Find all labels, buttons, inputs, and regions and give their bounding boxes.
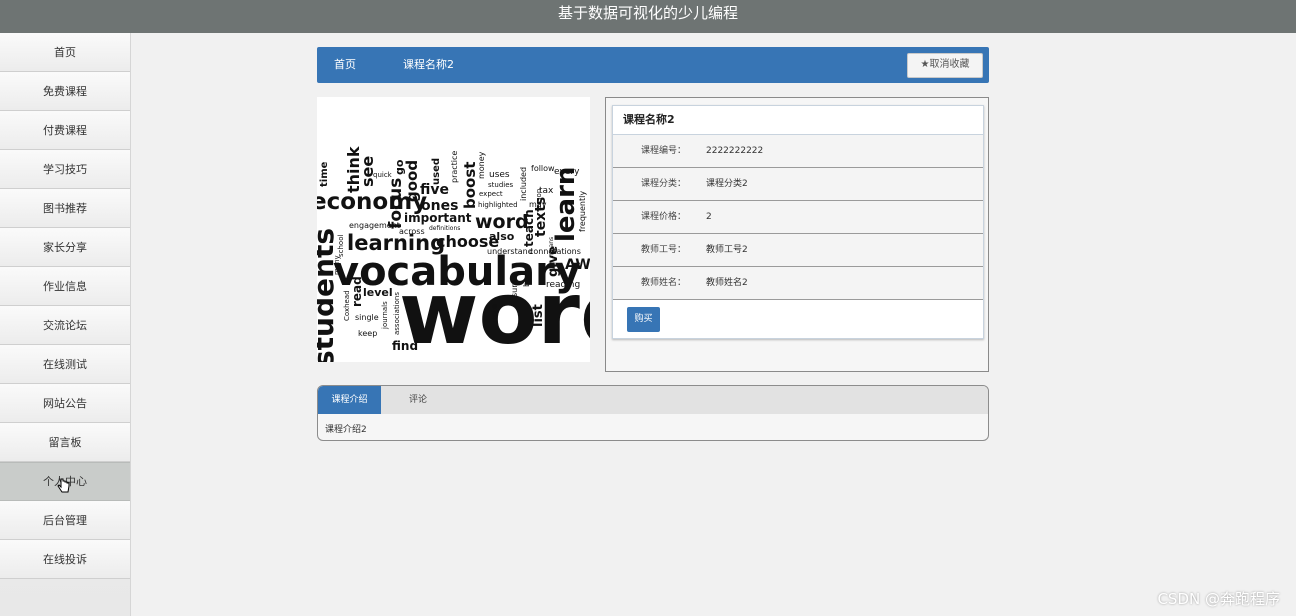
word-cloud-word: money — [477, 151, 486, 179]
word-cloud-word: every — [554, 167, 580, 177]
word-cloud-word: read — [350, 276, 364, 307]
word-cloud-word: also — [489, 230, 515, 243]
teacher-id-row: 教师工号： 教师工号2 — [613, 234, 983, 267]
tab-course-intro[interactable]: 课程介绍 — [318, 386, 381, 414]
cancel-favorite-button[interactable]: ★取消收藏 — [907, 53, 983, 78]
word-cloud-word: go — [393, 159, 406, 175]
word-cloud-word: important — [404, 211, 472, 225]
word-cloud-word: uses — [489, 170, 510, 180]
course-tabs: 课程介绍 评论 课程介绍2 — [317, 385, 989, 441]
word-cloud-word: associations — [393, 292, 401, 335]
word-cloud-word: time — [319, 161, 330, 187]
teacher-id-label: 教师工号： — [641, 245, 687, 255]
teacher-id-value: 教师工号2 — [706, 245, 748, 255]
sidebar-item-homework[interactable]: 作业信息 — [0, 267, 130, 306]
sidebar-item-free-courses[interactable]: 免费课程 — [0, 72, 130, 111]
word-cloud-word: means — [548, 237, 555, 257]
word-cloud-word: frequently — [578, 191, 587, 232]
teacher-name-value: 教师姓名2 — [706, 278, 748, 288]
word-cloud-word: reading — [546, 280, 580, 290]
word-cloud-word: sum — [510, 280, 519, 297]
word-cloud-word: note — [490, 304, 499, 322]
word-cloud-word: lesson — [535, 189, 543, 211]
word-cloud-word: highlighted — [478, 201, 518, 209]
tabs-header: 课程介绍 评论 — [318, 386, 988, 414]
word-cloud-word: teach — [522, 209, 536, 247]
word-cloud-word: follow — [531, 164, 555, 173]
course-price-row: 课程价格： 2 — [613, 201, 983, 234]
course-number-row: 课程编号： 2222222222 — [613, 135, 983, 168]
sidebar-item-admin[interactable]: 后台管理 — [0, 501, 130, 540]
app-title: 基于数据可视化的少儿编程 — [557, 4, 738, 22]
course-category-value: 课程分类2 — [706, 179, 748, 189]
breadcrumb-home[interactable]: 首页 — [334, 47, 356, 83]
sidebar-item-home[interactable]: 首页 — [0, 33, 130, 72]
teacher-name-row: 教师姓名： 教师姓名2 — [613, 267, 983, 300]
breadcrumb: 首页 课程名称2 ★取消收藏 — [317, 47, 989, 83]
word-cloud-word: used — [431, 158, 442, 185]
course-price-label: 课程价格： — [641, 212, 687, 222]
word-cloud-word: practice — [450, 151, 459, 183]
word-cloud-word: level — [363, 286, 393, 299]
sidebar: 首页 免费课程 付费课程 学习技巧 图书推荐 家长分享 作业信息 交流论坛 在线… — [0, 33, 131, 616]
hand-cursor-icon — [57, 478, 70, 493]
sidebar-item-online-test[interactable]: 在线测试 — [0, 345, 130, 384]
sidebar-item-announcements[interactable]: 网站公告 — [0, 384, 130, 423]
course-info-panel: 课程名称2 课程编号： 2222222222 课程分类： 课程分类2 课程价格：… — [605, 97, 989, 372]
word-cloud-word: back — [522, 268, 531, 287]
word-cloud-word: journals — [381, 301, 389, 330]
word-cloud-word: included — [519, 167, 528, 201]
tab-comments[interactable]: 评论 — [393, 386, 443, 414]
sidebar-item-message-board[interactable]: 留言板 — [0, 423, 130, 462]
word-cloud-word: AWL — [565, 257, 590, 273]
word-cloud-word: many — [333, 255, 341, 275]
cancel-favorite-label: 取消收藏 — [929, 59, 970, 70]
course-price-value: 2 — [706, 212, 712, 222]
buy-button[interactable]: 购买 — [627, 307, 660, 332]
tab-content: 课程介绍2 — [325, 425, 367, 435]
course-number-label: 课程编号： — [641, 146, 687, 156]
course-category-row: 课程分类： 课程分类2 — [613, 168, 983, 201]
course-cover-image: word vocabulary learning students econom… — [317, 97, 590, 362]
course-title: 课程名称2 — [613, 106, 983, 135]
word-cloud-word: single — [355, 313, 379, 322]
watermark: CSDN @奔跑程序 — [1157, 590, 1280, 608]
sidebar-item-forum[interactable]: 交流论坛 — [0, 306, 130, 345]
word-cloud-word: understand — [487, 247, 533, 256]
word-cloud-word: engagement — [349, 221, 400, 230]
word-cloud-word: quick — [373, 171, 393, 179]
word-cloud-word: learn — [551, 167, 581, 242]
app-title-bar: 基于数据可视化的少儿编程 — [0, 0, 1296, 33]
word-cloud-word: studies — [488, 181, 514, 189]
word-cloud-word: Coxhead — [343, 290, 351, 321]
word-cloud-word: list — [531, 304, 546, 327]
sidebar-item-complaints[interactable]: 在线投诉 — [0, 540, 130, 579]
course-info-card: 课程名称2 课程编号： 2222222222 课程分类： 课程分类2 课程价格：… — [612, 105, 984, 339]
word-cloud-image: word vocabulary learning students econom… — [317, 146, 590, 362]
word-cloud-word: expect — [479, 190, 503, 198]
sidebar-item-study-tips[interactable]: 学习技巧 — [0, 150, 130, 189]
word-cloud-word: school — [337, 235, 345, 257]
word-cloud-word: keep — [358, 329, 377, 338]
word-cloud-word: find — [392, 339, 418, 353]
breadcrumb-current: 课程名称2 — [403, 58, 454, 71]
sidebar-item-book-recommendations[interactable]: 图书推荐 — [0, 189, 130, 228]
course-category-label: 课程分类： — [641, 179, 687, 189]
course-number-value: 2222222222 — [706, 146, 764, 156]
word-cloud-word: across — [399, 227, 425, 236]
sidebar-item-parent-sharing[interactable]: 家长分享 — [0, 228, 130, 267]
word-cloud-word: learning — [347, 231, 445, 255]
teacher-name-label: 教师姓名： — [641, 278, 687, 288]
word-cloud-word: definitions — [429, 225, 460, 232]
sidebar-item-paid-courses[interactable]: 付费课程 — [0, 111, 130, 150]
